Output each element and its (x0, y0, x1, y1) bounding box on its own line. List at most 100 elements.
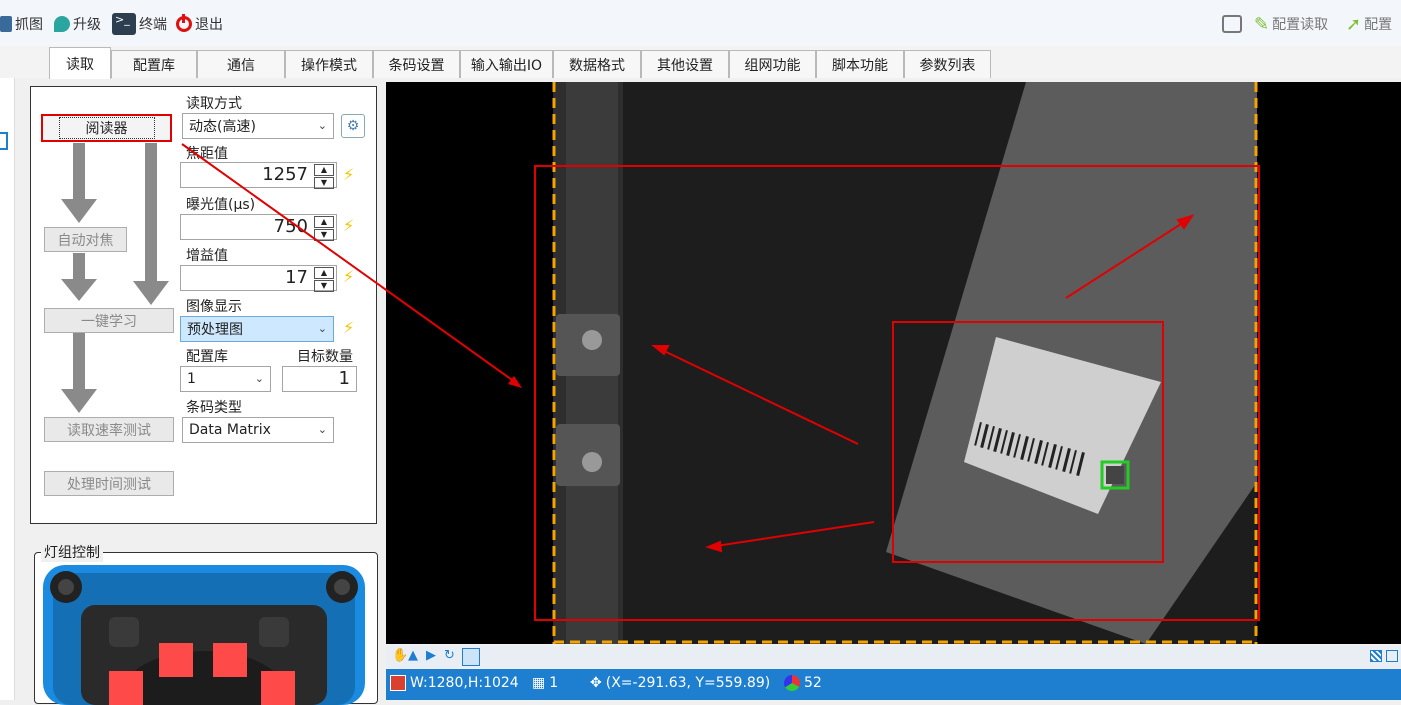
config-write-button[interactable]: ➚ 配置 (1346, 12, 1392, 36)
autofocus-label: 自动对焦 (57, 232, 114, 249)
spin-up-icon[interactable]: ▲ (314, 216, 334, 228)
side-window-icon[interactable] (0, 132, 8, 150)
gain-stepper[interactable]: 17 ▲ ▼ (180, 265, 337, 292)
reader-button-label: 阅读器 (58, 117, 155, 139)
exit-label: 退出 (195, 17, 223, 33)
light-device-image (43, 565, 365, 705)
tab-barcode-settings[interactable]: 条码设置 (373, 50, 460, 78)
one-key-learn-button[interactable]: 一键学习 (44, 308, 174, 333)
tab-operation-mode[interactable]: 操作模式 (285, 50, 373, 78)
image-size-text: W:1280,H:1024 (410, 675, 519, 691)
focus-value: 1257 (262, 164, 308, 185)
network-icon: ▦ (532, 675, 546, 691)
terminal-label: 终端 (139, 17, 167, 33)
gain-value: 17 (285, 267, 308, 288)
gain-label: 增益值 (186, 248, 228, 264)
capture-icon (0, 16, 12, 32)
tab-comm[interactable]: 通信 (197, 50, 285, 78)
code-type-value: Data Matrix (189, 422, 271, 438)
image-size-status: W:1280,H:1024 (390, 675, 519, 691)
power-icon (176, 14, 192, 32)
tab-data-format[interactable]: 数据格式 (553, 50, 641, 78)
upgrade-label: 升级 (73, 17, 101, 33)
led-indicator[interactable] (213, 643, 247, 677)
left-side-strip (0, 78, 15, 700)
config-lib-select[interactable]: 1 ⌄ (180, 366, 271, 392)
terminal-icon: >_ (112, 13, 136, 35)
config-read-icon: ✎ (1254, 13, 1270, 35)
lightning-icon[interactable]: ⚡ (343, 216, 354, 235)
image-display-select[interactable]: 预处理图 ⌄ (180, 316, 334, 342)
config-write-icon: ➚ (1346, 13, 1362, 35)
tab-io[interactable]: 输入输出IO (460, 50, 553, 78)
read-rate-test-button[interactable]: 读取速率测试 (44, 417, 174, 442)
print-button[interactable] (1222, 12, 1242, 36)
config-read-button[interactable]: ✎ 配置读取 (1254, 12, 1328, 36)
chevron-down-icon: ⌄ (254, 372, 264, 385)
spin-up-icon[interactable]: ▲ (314, 267, 334, 279)
process-time-test-button[interactable]: 处理时间测试 (44, 471, 174, 496)
spin-down-icon[interactable]: ▼ (314, 177, 334, 189)
code-type-select[interactable]: Data Matrix ⌄ (182, 417, 334, 443)
top-toolbar: 抓图 升级 >_ 终端 退出 ✎ 配置读取 ➚ 配置 (0, 0, 1401, 47)
tab-config-lib[interactable]: 配置库 (111, 50, 197, 78)
exposure-stepper[interactable]: 750 ▲ ▼ (180, 214, 337, 241)
tab-other-settings[interactable]: 其他设置 (641, 50, 729, 78)
fit-icon[interactable] (1386, 650, 1398, 662)
viewer-toolbar: ✋ ▲ ▶ ↻ (386, 646, 1401, 668)
upgrade-icon (54, 16, 70, 32)
target-count-value: 1 (338, 368, 350, 389)
tab-label: 组网功能 (744, 57, 801, 74)
tab-script[interactable]: 脚本功能 (816, 50, 904, 78)
read-mode-value: 动态(高速) (189, 119, 256, 135)
spin-down-icon[interactable]: ▼ (314, 280, 334, 292)
tab-label: 输入输出IO (470, 57, 543, 74)
tab-read[interactable]: 读取 (49, 47, 111, 79)
rotate-icon[interactable]: ↻ (444, 648, 455, 663)
led-indicator[interactable] (159, 643, 193, 677)
flag-icon[interactable]: ▶ (426, 648, 436, 663)
read-mode-select[interactable]: 动态(高速) ⌄ (182, 113, 334, 139)
mountain-icon[interactable]: ▲ (408, 648, 418, 663)
target-count-input[interactable]: 1 (282, 366, 357, 392)
lightning-icon[interactable]: ⚡ (343, 165, 354, 184)
read-mode-label: 读取方式 (186, 96, 242, 112)
target-count-label: 目标数量 (297, 349, 353, 365)
pan-icon[interactable]: ✋ (392, 648, 408, 663)
roi-icon[interactable] (462, 648, 480, 666)
printer-icon (1222, 15, 1242, 33)
tab-network[interactable]: 组网功能 (729, 50, 816, 78)
tab-bar: 读取 配置库 通信 操作模式 条码设置 输入输出IO 数据格式 其他设置 组网功… (0, 46, 1401, 79)
exposure-value: 750 (273, 216, 308, 237)
tab-label: 脚本功能 (832, 57, 888, 74)
lightning-icon[interactable]: ⚡ (343, 318, 354, 337)
config-lib-label: 配置库 (186, 349, 228, 365)
rgb-icon (784, 675, 800, 691)
light-group-title: 灯组控制 (41, 542, 103, 562)
exposure-label: 曝光值(µs) (186, 197, 256, 213)
chevron-down-icon: ⌄ (317, 322, 327, 335)
color-value-status: 52 (784, 675, 822, 691)
reader-button[interactable]: 阅读器 (41, 114, 172, 142)
terminal-button[interactable]: >_ 终端 (112, 12, 167, 36)
tab-label: 参数列表 (919, 57, 976, 74)
config-lib-value: 1 (187, 371, 196, 387)
spin-down-icon[interactable]: ▼ (314, 229, 334, 241)
autofocus-button[interactable]: 自动对焦 (44, 227, 127, 252)
read-control-panel: 阅读器 自动对焦 一键学习 读取速率测试 处理时间测试 读取方式 动态(高速) … (30, 86, 377, 524)
tab-param-list[interactable]: 参数列表 (904, 50, 991, 78)
upgrade-button[interactable]: 升级 (54, 12, 101, 36)
image-viewer[interactable] (386, 82, 1401, 644)
light-group-panel: 灯组控制 (34, 542, 378, 705)
lightning-icon[interactable]: ⚡ (343, 267, 354, 286)
capture-button[interactable]: 抓图 (0, 12, 43, 36)
spin-up-icon[interactable]: ▲ (314, 164, 334, 176)
chevron-down-icon: ⌄ (317, 423, 327, 436)
grid-icon[interactable] (1370, 650, 1382, 662)
gear-icon[interactable]: ⚙ (341, 114, 365, 138)
focus-label: 焦距值 (186, 146, 228, 162)
focus-stepper[interactable]: 1257 ▲ ▼ (180, 162, 337, 189)
exit-button[interactable]: 退出 (176, 12, 223, 36)
learn-label: 一键学习 (81, 313, 137, 330)
camera-image (534, 82, 1260, 644)
